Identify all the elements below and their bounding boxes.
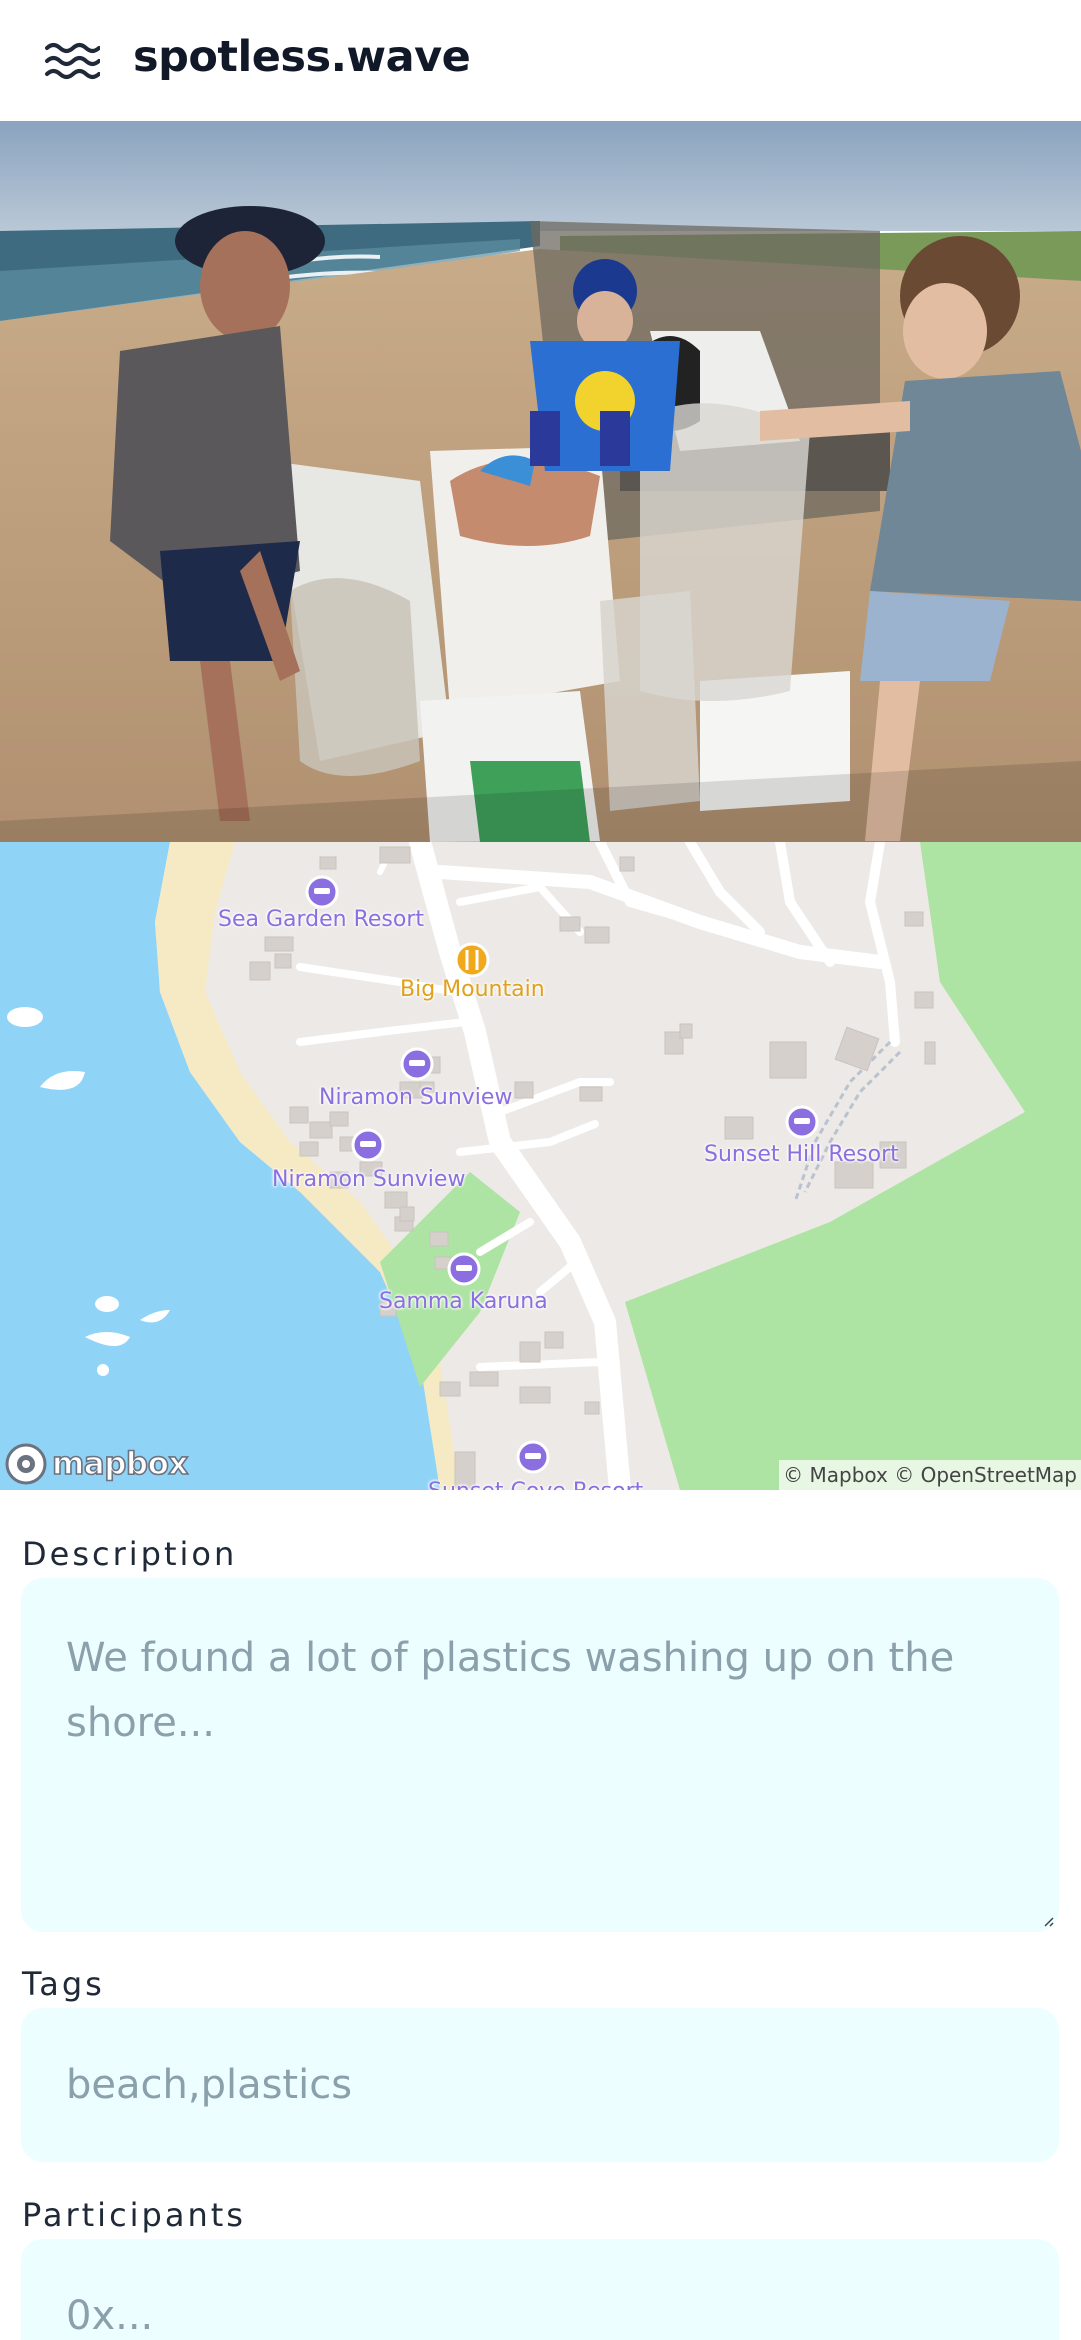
- restaurant-icon: [454, 942, 490, 978]
- mapbox-logo-text: mapbox: [51, 1445, 189, 1483]
- map-place-label[interactable]: Samma Karuna: [379, 1289, 548, 1314]
- map-place-label[interactable]: Sunset Hill Resort: [704, 1142, 899, 1167]
- hotel-icon: [305, 875, 339, 909]
- hotel-icon: [447, 1252, 481, 1286]
- description-label: Description: [22, 1535, 238, 1573]
- participants-label: Participants: [22, 2196, 246, 2234]
- hotel-icon: [400, 1047, 434, 1081]
- waves-icon[interactable]: [44, 40, 101, 82]
- tags-input[interactable]: beach,plastics: [21, 2008, 1059, 2162]
- mapbox-logo[interactable]: mapbox: [4, 1442, 189, 1486]
- participants-placeholder: 0x...: [66, 2293, 154, 2339]
- app-title[interactable]: spotless.wave: [133, 32, 471, 82]
- cleanup-photo: [0, 121, 1081, 842]
- map-place-label[interactable]: Niramon Sunview: [272, 1167, 465, 1192]
- app-header: spotless.wave: [0, 0, 1081, 121]
- participants-input[interactable]: 0x...: [21, 2239, 1059, 2340]
- description-placeholder: We found a lot of plastics washing up on…: [66, 1635, 955, 1746]
- mapbox-icon: [5, 1443, 47, 1485]
- tags-placeholder: beach,plastics: [66, 2062, 353, 2108]
- description-textarea[interactable]: We found a lot of plastics washing up on…: [21, 1578, 1059, 1932]
- tags-label: Tags: [22, 1965, 105, 2003]
- map-place-label[interactable]: Sea Garden Resort: [218, 907, 424, 932]
- hotel-icon: [351, 1128, 385, 1162]
- hotel-icon: [516, 1440, 550, 1474]
- map-place-label[interactable]: Niramon Sunview: [319, 1085, 512, 1110]
- map-place-label[interactable]: Sunset Cove Resort: [428, 1479, 643, 1490]
- resize-handle-icon[interactable]: [1041, 1914, 1055, 1928]
- hotel-icon: [785, 1105, 819, 1139]
- map-attribution[interactable]: © Mapbox © OpenStreetMap: [779, 1460, 1081, 1490]
- location-map[interactable]: Sea Garden Resort Big Mountain Niramon S…: [0, 842, 1081, 1490]
- map-place-label[interactable]: Big Mountain: [400, 977, 545, 1002]
